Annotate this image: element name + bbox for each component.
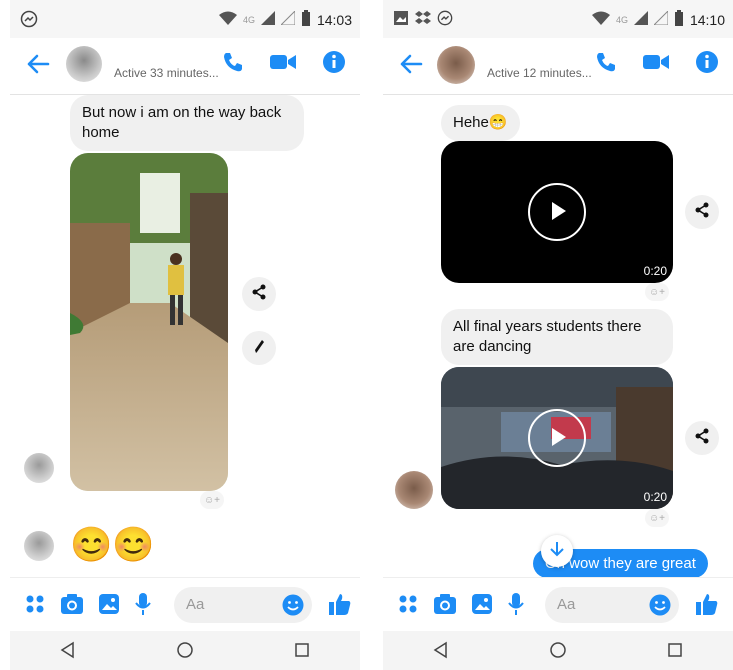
back-arrow-icon[interactable] [26, 52, 50, 81]
share-button[interactable] [242, 277, 276, 311]
wifi-icon [218, 11, 237, 28]
contact-avatar[interactable] [437, 46, 475, 84]
contact-avatar[interactable] [66, 46, 102, 82]
status-bar: 4G 14:10 [383, 0, 733, 38]
status-bar: 4G 14:03 [10, 0, 360, 38]
emoji-icon[interactable] [649, 594, 671, 621]
message-input-placeholder: Aa [557, 596, 576, 613]
react-icon[interactable]: ☺+ [645, 509, 669, 527]
android-nav-bar [383, 631, 733, 670]
video-duration: 0:20 [643, 490, 667, 504]
react-icon[interactable]: ☺+ [200, 491, 224, 509]
back-arrow-icon[interactable] [399, 52, 423, 81]
nav-back-icon[interactable] [59, 641, 77, 664]
dropbox-icon [415, 10, 431, 29]
conversation-header: Active 12 minutes... [383, 38, 733, 95]
clock: 14:10 [689, 11, 725, 28]
emoji-message: 😊😊 [70, 526, 155, 564]
microphone-icon[interactable] [507, 592, 525, 621]
nav-back-icon[interactable] [432, 641, 450, 664]
image-notification-icon [393, 10, 409, 29]
share-icon [251, 284, 267, 305]
signal-icon [260, 11, 275, 28]
signal-icon [633, 11, 648, 28]
messenger-icon [20, 10, 38, 31]
signal-icon-2 [279, 9, 296, 28]
info-icon[interactable] [695, 50, 719, 79]
left-screenshot: 4G 14:03 Active 33 minutes... But now i … [10, 0, 360, 670]
video-message[interactable]: 0:20 [441, 141, 673, 283]
nav-home-icon[interactable] [549, 641, 567, 664]
network-label: 4G [615, 14, 628, 25]
message-bubble: But now i am on the way back home [70, 95, 304, 151]
video-message[interactable]: 0:20 [441, 367, 673, 509]
play-icon[interactable] [528, 409, 586, 467]
messenger-icon [437, 10, 453, 29]
message-list[interactable]: But now i am on the way back home ☺+ 😊😊 [10, 95, 360, 577]
sender-avatar [395, 471, 433, 509]
sender-avatar [24, 453, 54, 483]
play-icon[interactable] [528, 183, 586, 241]
battery-icon [301, 10, 311, 29]
wifi-icon [591, 11, 610, 28]
video-call-icon[interactable] [270, 52, 296, 77]
arrow-down-icon [550, 541, 564, 562]
message-bubble: All final years students there are danci… [441, 309, 673, 365]
battery-icon [674, 10, 684, 29]
like-icon[interactable] [695, 592, 719, 621]
phone-call-icon[interactable] [595, 51, 617, 78]
info-icon[interactable] [322, 50, 346, 79]
more-apps-icon[interactable] [24, 593, 46, 620]
network-label: 4G [242, 14, 255, 25]
right-screenshot: 4G 14:10 Active 12 minutes... Hehe😁 0:20… [383, 0, 733, 670]
share-button[interactable] [685, 421, 719, 455]
message-input[interactable]: Aa [545, 587, 679, 623]
nav-recents-icon[interactable] [293, 641, 311, 664]
phone-call-icon[interactable] [222, 51, 244, 78]
message-list[interactable]: Hehe😁 0:20 ☺+ All final years students t… [383, 95, 733, 578]
nav-home-icon[interactable] [176, 641, 194, 664]
message-input-placeholder: Aa [186, 596, 205, 613]
video-call-icon[interactable] [643, 52, 669, 77]
like-icon[interactable] [328, 592, 352, 621]
microphone-icon[interactable] [134, 592, 152, 621]
gallery-icon[interactable] [98, 593, 120, 620]
message-bubble: Hehe😁 [441, 105, 520, 141]
share-button[interactable] [685, 195, 719, 229]
active-status: Active 12 minutes... [487, 66, 592, 80]
shared-photo[interactable] [70, 153, 228, 491]
nav-recents-icon[interactable] [666, 641, 684, 664]
composer-bar: Aa [383, 577, 733, 632]
share-icon [694, 202, 710, 223]
camera-icon[interactable] [433, 593, 457, 620]
clock: 14:03 [316, 11, 352, 28]
emoji-icon[interactable] [282, 594, 304, 621]
pencil-icon [251, 338, 267, 359]
scroll-to-bottom-button[interactable] [541, 535, 573, 567]
composer-bar: Aa [10, 577, 360, 632]
more-apps-icon[interactable] [397, 593, 419, 620]
sender-avatar [24, 531, 54, 561]
active-status: Active 33 minutes... [114, 66, 219, 80]
message-input[interactable]: Aa [174, 587, 312, 623]
signal-icon-2 [652, 9, 669, 28]
share-icon [694, 428, 710, 449]
react-icon[interactable]: ☺+ [645, 283, 669, 301]
gallery-icon[interactable] [471, 593, 493, 620]
android-nav-bar [10, 631, 360, 670]
camera-icon[interactable] [60, 593, 84, 620]
conversation-header: Active 33 minutes... [10, 38, 360, 95]
video-duration: 0:20 [643, 264, 667, 278]
edit-button[interactable] [242, 331, 276, 365]
